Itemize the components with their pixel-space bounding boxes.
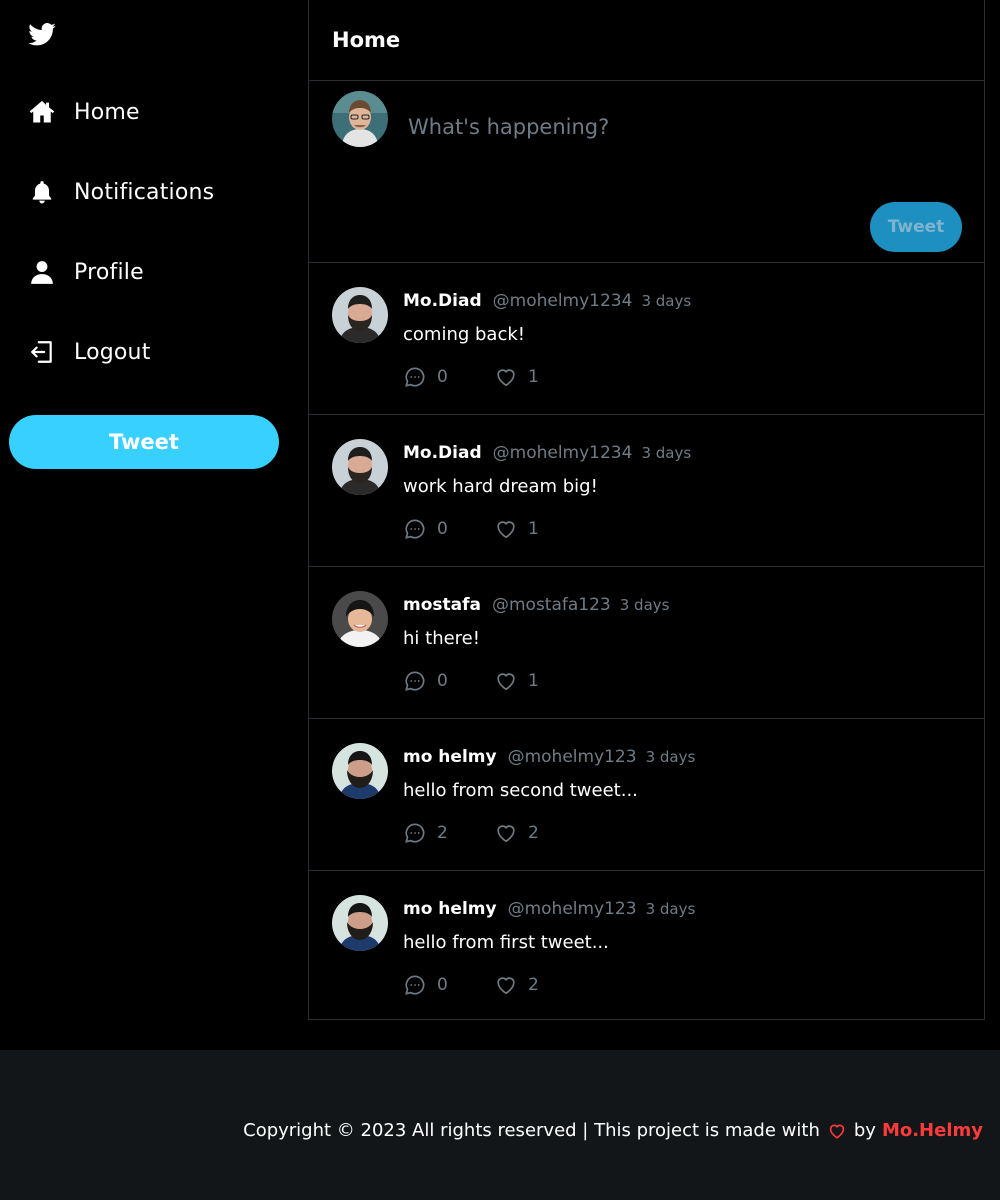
- reply-count: 2: [437, 823, 448, 843]
- tweet-actions: 0 1: [403, 365, 539, 389]
- logout-icon: [28, 338, 56, 366]
- tweet-text: hello from second tweet...: [403, 780, 638, 801]
- reply-button[interactable]: 0: [403, 973, 494, 997]
- reply-count: 0: [437, 975, 448, 995]
- footer: Copyright © 2023 All rights reserved | T…: [0, 1050, 1000, 1200]
- tweet-composer: Tweet: [309, 81, 984, 263]
- reply-count: 0: [437, 367, 448, 387]
- sidebar-item-profile[interactable]: Profile: [28, 252, 144, 292]
- home-icon: [28, 98, 56, 126]
- avatar[interactable]: [332, 895, 388, 951]
- tweet-actions: 0 1: [403, 669, 539, 693]
- sidebar-tweet-button[interactable]: Tweet: [9, 415, 279, 469]
- tweet-header: mo helmy @mohelmy123 3 days: [403, 899, 695, 919]
- tweet-timestamp: 3 days: [645, 900, 696, 918]
- compose-tweet-button[interactable]: Tweet: [870, 202, 962, 252]
- like-count: 1: [528, 367, 539, 387]
- reply-count: 0: [437, 519, 448, 539]
- footer-by-text: by: [853, 1120, 876, 1141]
- comment-icon: [403, 517, 427, 541]
- tweet-item: mo helmy @mohelmy123 3 days hello from s…: [309, 719, 984, 871]
- sidebar-item-home[interactable]: Home: [28, 92, 140, 132]
- comment-icon: [403, 365, 427, 389]
- tweet-header: Mo.Diad @mohelmy1234 3 days: [403, 443, 691, 463]
- avatar[interactable]: [332, 287, 388, 343]
- tweet-timestamp: 3 days: [641, 292, 692, 310]
- tweet-author-handle[interactable]: @mohelmy1234: [493, 291, 633, 311]
- tweet-author-name[interactable]: Mo.Diad: [403, 443, 482, 463]
- tweet-text: coming back!: [403, 324, 525, 345]
- tweet-actions: 0 2: [403, 973, 539, 997]
- like-count: 2: [528, 975, 539, 995]
- like-count: 1: [528, 519, 539, 539]
- heart-icon: [494, 821, 518, 845]
- heart-icon: [494, 365, 518, 389]
- tweet-item: Mo.Diad @mohelmy1234 3 days work hard dr…: [309, 415, 984, 567]
- tweet-item: mo helmy @mohelmy123 3 days hello from f…: [309, 871, 984, 1023]
- tweet-text: hello from first tweet...: [403, 932, 609, 953]
- sidebar-item-label: Home: [74, 99, 140, 125]
- like-button[interactable]: 1: [494, 365, 539, 389]
- tweet-author-handle[interactable]: @mostafa123: [492, 595, 611, 615]
- sidebar-item-label: Notifications: [74, 179, 215, 205]
- tweet-timestamp: 3 days: [641, 444, 692, 462]
- tweet-header: mo helmy @mohelmy123 3 days: [403, 747, 695, 767]
- like-button[interactable]: 1: [494, 669, 539, 693]
- compose-input[interactable]: [406, 109, 950, 145]
- sidebar-item-logout[interactable]: Logout: [28, 332, 151, 372]
- footer-author-link[interactable]: Mo.Helmy: [882, 1120, 983, 1141]
- tweet-author-name[interactable]: Mo.Diad: [403, 291, 482, 311]
- tweet-text: hi there!: [403, 628, 480, 649]
- sidebar: Home Notifications Profile Logout Tweet: [0, 0, 308, 1050]
- heart-icon: [828, 1122, 846, 1140]
- main-feed: Home Tweet: [308, 0, 985, 1020]
- twitter-bird-icon[interactable]: [27, 20, 57, 50]
- sidebar-item-label: Profile: [74, 259, 144, 285]
- bell-icon: [28, 178, 56, 206]
- tweet-item: Mo.Diad @mohelmy1234 3 days coming back!…: [309, 263, 984, 415]
- comment-icon: [403, 973, 427, 997]
- tweet-author-handle[interactable]: @mohelmy1234: [493, 443, 633, 463]
- tweet-timestamp: 3 days: [645, 748, 696, 766]
- tweet-author-handle[interactable]: @mohelmy123: [508, 899, 637, 919]
- sidebar-item-label: Logout: [74, 339, 151, 365]
- page-title: Home: [332, 28, 401, 52]
- tweet-timestamp: 3 days: [619, 596, 670, 614]
- tweet-author-name[interactable]: mo helmy: [403, 747, 497, 767]
- tweet-item: mostafa @mostafa123 3 days hi there! 0 1: [309, 567, 984, 719]
- tweet-author-handle[interactable]: @mohelmy123: [508, 747, 637, 767]
- comment-icon: [403, 821, 427, 845]
- reply-count: 0: [437, 671, 448, 691]
- feed-header: Home: [309, 0, 984, 81]
- tweet-author-name[interactable]: mostafa: [403, 595, 481, 615]
- heart-icon: [494, 669, 518, 693]
- heart-icon: [494, 973, 518, 997]
- footer-copyright: Copyright © 2023 All rights reserved | T…: [243, 1120, 983, 1141]
- comment-icon: [403, 669, 427, 693]
- reply-button[interactable]: 2: [403, 821, 494, 845]
- avatar[interactable]: [332, 91, 388, 147]
- tweet-actions: 2 2: [403, 821, 539, 845]
- like-button[interactable]: 2: [494, 973, 539, 997]
- like-button[interactable]: 2: [494, 821, 539, 845]
- like-count: 1: [528, 671, 539, 691]
- avatar[interactable]: [332, 439, 388, 495]
- footer-copyright-text: Copyright © 2023 All rights reserved | T…: [243, 1120, 820, 1141]
- reply-button[interactable]: 0: [403, 517, 494, 541]
- user-icon: [28, 258, 56, 286]
- tweet-header: Mo.Diad @mohelmy1234 3 days: [403, 291, 691, 311]
- tweet-actions: 0 1: [403, 517, 539, 541]
- avatar[interactable]: [332, 743, 388, 799]
- reply-button[interactable]: 0: [403, 365, 494, 389]
- tweet-header: mostafa @mostafa123 3 days: [403, 595, 669, 615]
- tweet-text: work hard dream big!: [403, 476, 598, 497]
- like-count: 2: [528, 823, 539, 843]
- heart-icon: [494, 517, 518, 541]
- tweet-author-name[interactable]: mo helmy: [403, 899, 497, 919]
- reply-button[interactable]: 0: [403, 669, 494, 693]
- like-button[interactable]: 1: [494, 517, 539, 541]
- sidebar-item-notifications[interactable]: Notifications: [28, 172, 214, 212]
- avatar[interactable]: [332, 591, 388, 647]
